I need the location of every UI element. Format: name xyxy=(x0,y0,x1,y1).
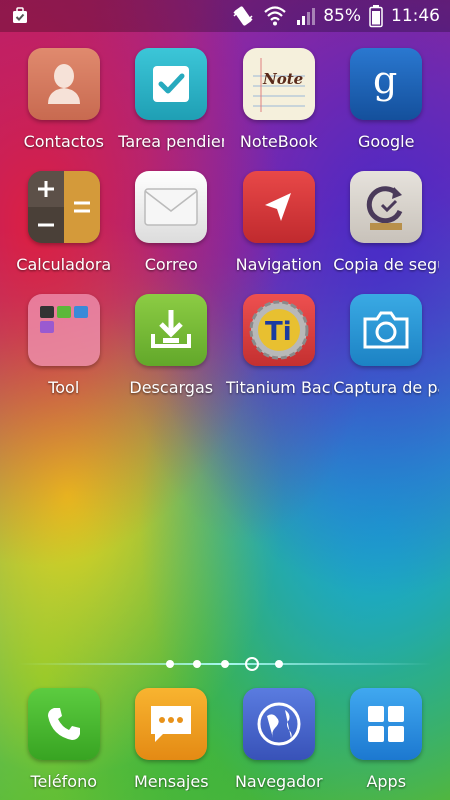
app-label: Copia de seguridad xyxy=(333,255,439,274)
app-label: Apps xyxy=(366,772,407,791)
app-label: Navegador xyxy=(234,772,323,791)
app-correo[interactable]: Correo xyxy=(118,171,226,294)
navigation-icon[interactable] xyxy=(242,171,315,243)
camera-icon[interactable] xyxy=(350,294,423,366)
dock: Teléfono Mensajes Navegador Apps xyxy=(10,688,440,791)
app-label: Contactos xyxy=(23,132,104,151)
clock: 11:46 xyxy=(391,6,440,26)
battery-icon xyxy=(369,4,383,28)
svg-text:Note: Note xyxy=(262,70,303,88)
app-label: Mensajes xyxy=(133,772,209,791)
folder-icon[interactable] xyxy=(27,294,100,366)
app-folder-tool[interactable]: Tool xyxy=(10,294,118,417)
app-titanium-backup[interactable]: Ti Titanium Backup xyxy=(225,294,333,417)
status-bar: 85% 11:46 xyxy=(0,0,450,32)
wifi-icon xyxy=(263,5,287,27)
app-label: Teléfono xyxy=(30,772,98,791)
page-dot[interactable] xyxy=(166,660,174,668)
battery-percent: 85% xyxy=(323,6,361,26)
notebook-icon[interactable]: Note xyxy=(242,48,315,120)
globe-icon[interactable] xyxy=(242,688,315,760)
app-label: Descargas xyxy=(129,378,214,397)
app-google[interactable]: g Google xyxy=(333,48,441,171)
app-contactos[interactable]: Contactos xyxy=(10,48,118,171)
backup-icon[interactable] xyxy=(350,171,423,243)
app-label: Correo xyxy=(144,255,198,274)
phone-icon[interactable] xyxy=(27,688,100,760)
app-navigation[interactable]: Navigation xyxy=(225,171,333,294)
app-notebook[interactable]: Note NoteBook xyxy=(225,48,333,171)
apps-icon[interactable] xyxy=(350,688,423,760)
app-descargas[interactable]: Descargas xyxy=(118,294,226,417)
app-grid: Contactos Tarea pendiente Note NoteBook xyxy=(10,48,440,417)
page-dot[interactable] xyxy=(275,660,283,668)
download-icon[interactable] xyxy=(135,294,208,366)
contact-icon[interactable] xyxy=(27,48,100,120)
app-label: Navigation xyxy=(235,255,322,274)
signal-icon xyxy=(295,6,316,26)
app-telefono[interactable]: Teléfono xyxy=(10,688,118,791)
checkmark-icon[interactable] xyxy=(135,48,208,120)
page-dot[interactable] xyxy=(221,660,229,668)
app-label: NoteBook xyxy=(239,132,318,151)
app-captura-de-pantalla[interactable]: Captura de pantalla xyxy=(333,294,441,417)
calculator-icon[interactable] xyxy=(27,171,100,243)
app-navegador[interactable]: Navegador xyxy=(225,688,333,791)
svg-text:Ti: Ti xyxy=(265,317,292,347)
app-label: Tool xyxy=(48,378,80,397)
page-dot-active[interactable] xyxy=(245,657,259,671)
page-dot[interactable] xyxy=(193,660,201,668)
app-copia-de-seguridad[interactable]: Copia de seguridad xyxy=(333,171,441,294)
task-icon xyxy=(10,6,30,26)
app-label: Tarea pendiente xyxy=(118,132,224,151)
app-apps[interactable]: Apps xyxy=(333,688,441,791)
app-mensajes[interactable]: Mensajes xyxy=(118,688,226,791)
titanium-icon[interactable]: Ti xyxy=(242,294,315,366)
message-icon[interactable] xyxy=(135,688,208,760)
svg-text:g: g xyxy=(373,59,397,102)
app-calculadora[interactable]: Calculadora xyxy=(10,171,118,294)
page-indicator xyxy=(0,652,450,676)
vibrate-icon xyxy=(231,4,255,28)
app-label: Captura de pantalla xyxy=(333,378,439,397)
app-tarea-pendiente[interactable]: Tarea pendiente xyxy=(118,48,226,171)
app-label: Google xyxy=(358,132,415,151)
app-label: Titanium Backup xyxy=(225,378,332,397)
google-icon[interactable]: g xyxy=(350,48,423,120)
mail-icon[interactable] xyxy=(135,171,208,243)
app-label: Calculadora xyxy=(16,255,112,274)
